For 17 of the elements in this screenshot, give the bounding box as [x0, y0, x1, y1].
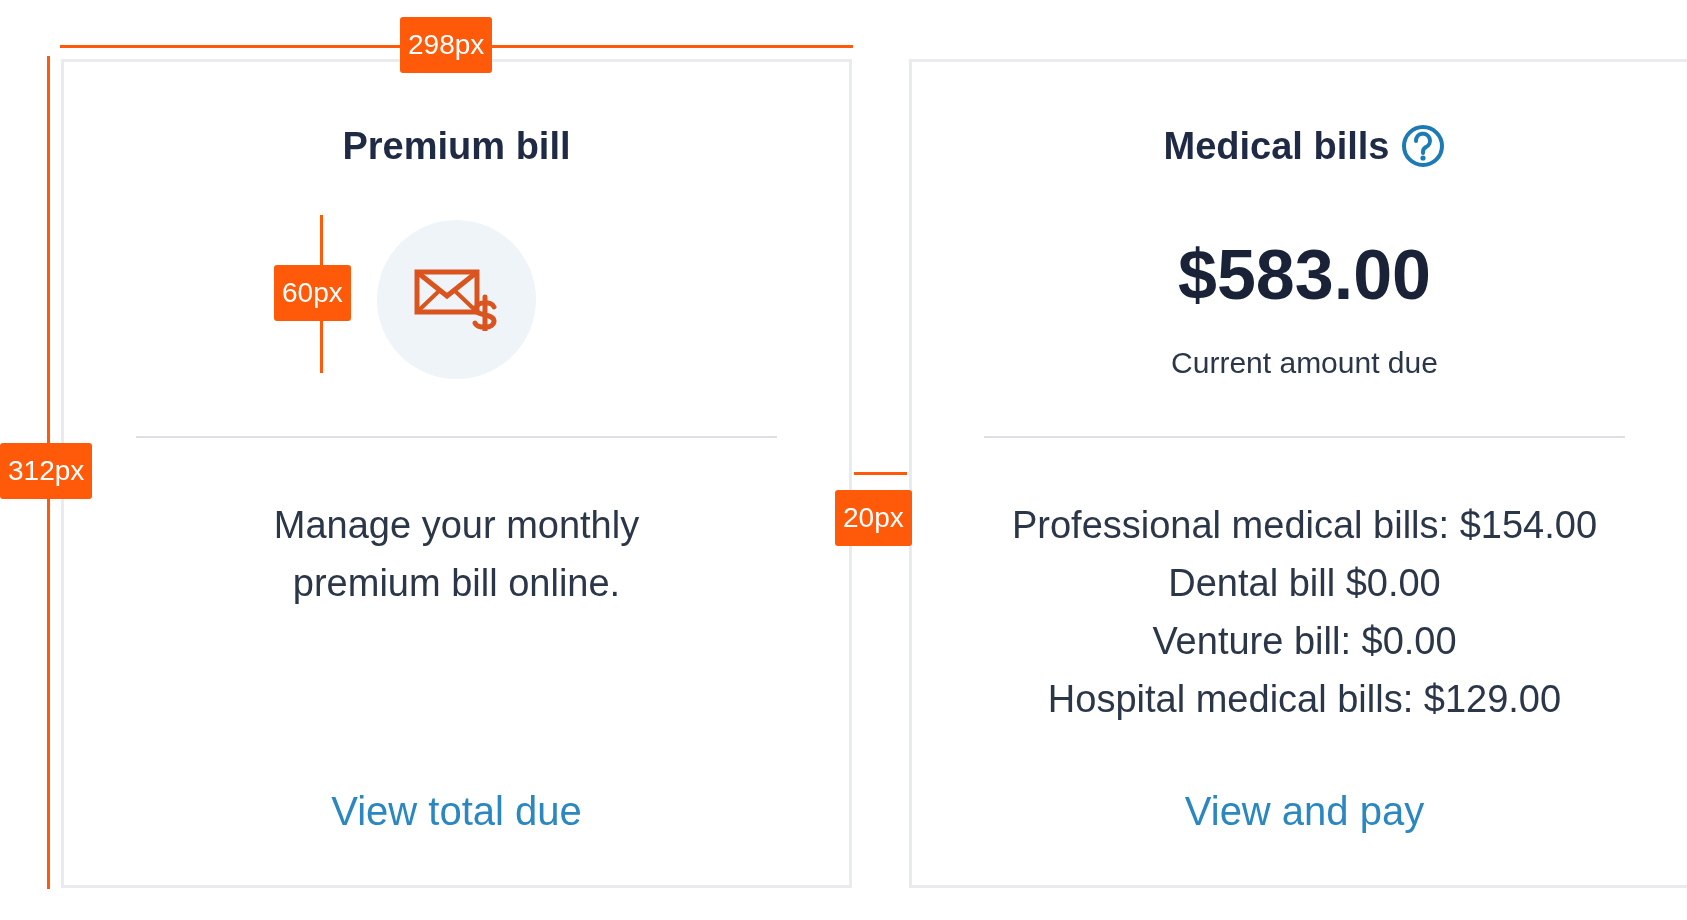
- dimension-label: 312px: [0, 443, 93, 499]
- help-icon[interactable]: [1401, 124, 1446, 168]
- amount-due: $583.00: [1177, 235, 1431, 315]
- card-link[interactable]: View and pay: [1184, 786, 1425, 836]
- bill-line: Hospital medical bills: $129.00: [1047, 677, 1562, 722]
- card-description: Manage your monthly premium bill online.: [272, 503, 641, 606]
- dimension-label: 60px: [274, 265, 351, 321]
- dimension-label: 20px: [835, 490, 912, 546]
- dimension-line: [854, 472, 907, 475]
- bill-line: Professional medical bills: $154.00: [1011, 503, 1598, 548]
- card-title: Premium bill: [342, 124, 571, 169]
- bill-line: Dental bill $0.00: [1168, 561, 1441, 606]
- bill-line: Venture bill: $0.00: [1152, 619, 1457, 664]
- dimension-label: 298px: [400, 17, 493, 73]
- card-link[interactable]: View total due: [331, 786, 582, 836]
- card-title: Medical bills: [1163, 124, 1390, 169]
- amount-label: Current amount due: [1171, 345, 1438, 381]
